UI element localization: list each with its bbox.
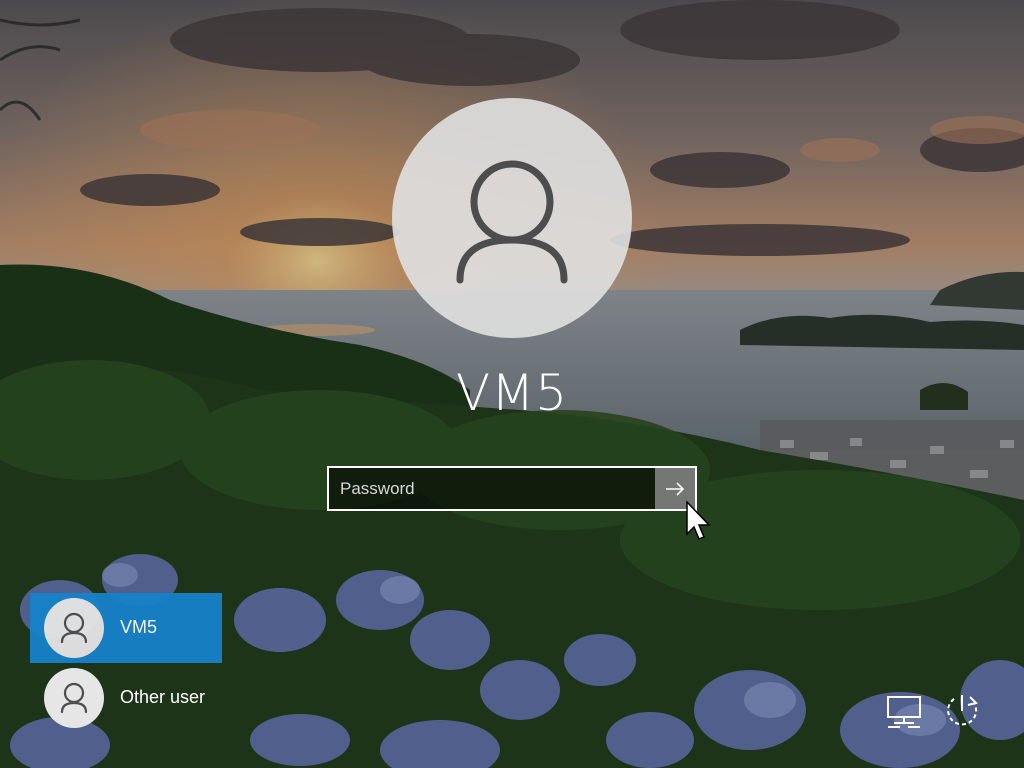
password-input[interactable] [329,468,655,509]
power-button[interactable] [940,689,984,733]
mouse-pointer-icon [686,501,711,540]
lock-screen: VM5 VM5 Other user [0,0,1024,768]
person-silhouette-icon [60,682,88,714]
right-arrow-icon [666,482,685,496]
network-button[interactable] [882,689,926,733]
person-silhouette-icon [456,160,568,284]
user-avatar-small [44,668,104,728]
network-icon [887,696,921,728]
user-tile-vm5[interactable]: VM5 [30,593,222,663]
user-avatar-small [44,598,104,658]
user-avatar-large [392,98,632,338]
password-field-container [327,466,697,511]
user-tile-other-user[interactable]: Other user [30,663,222,733]
user-tile-label: Other user [120,687,206,707]
user-name-heading: VM5 [455,364,569,422]
person-silhouette-icon [60,612,88,644]
user-tile-label: VM5 [120,617,158,637]
power-restart-icon [947,695,978,726]
